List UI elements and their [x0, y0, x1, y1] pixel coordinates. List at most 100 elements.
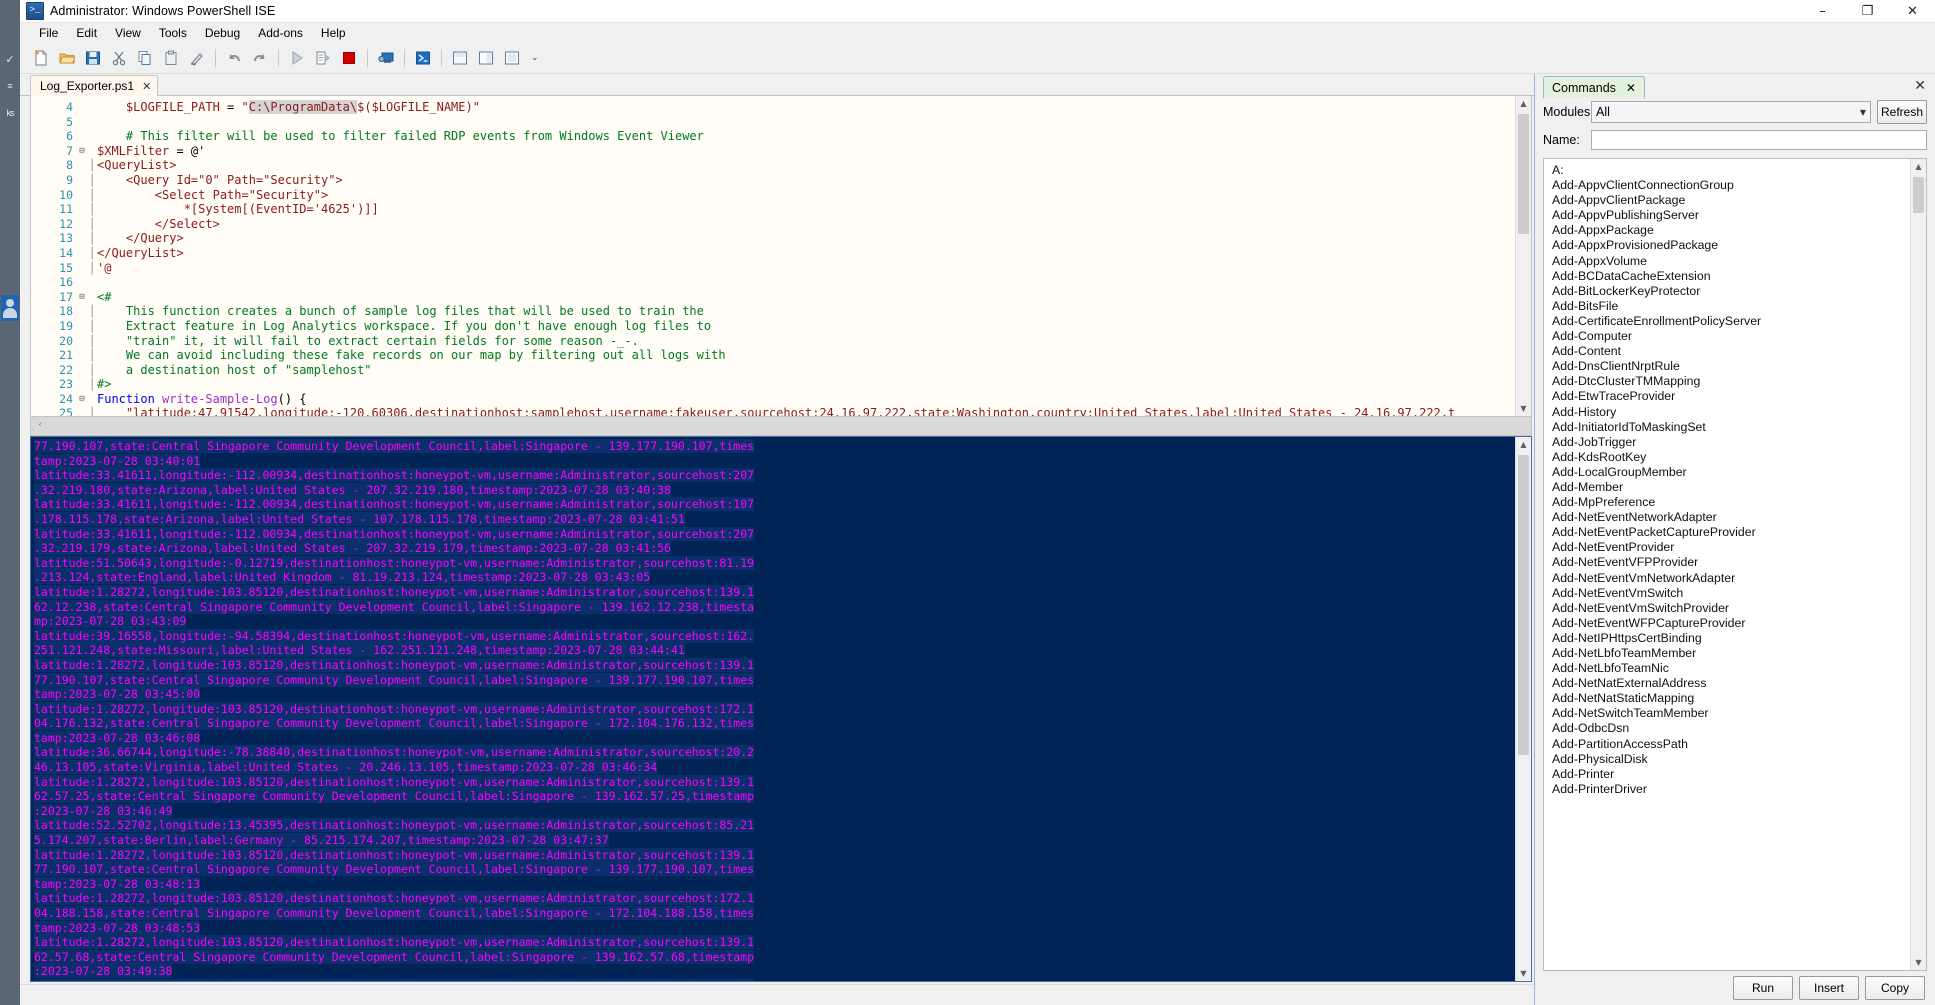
commands-list-container[interactable]: A: Add-AppvClientConnectionGroup Add-AppvC…	[1543, 158, 1927, 971]
fold-collapse-icon[interactable]: ⊟	[77, 290, 87, 305]
command-list-item[interactable]: Add-KdsRootKey	[1552, 450, 1910, 465]
menu-edit[interactable]: Edit	[67, 24, 106, 42]
close-icon[interactable]: ✕	[1626, 81, 1636, 95]
command-list-item[interactable]: Add-PrinterDriver	[1552, 782, 1910, 797]
command-list-item[interactable]: Add-AppvClientConnectionGroup	[1552, 178, 1910, 193]
close-button[interactable]: ✕	[1890, 0, 1935, 22]
tab-commands[interactable]: Commands ✕	[1543, 76, 1645, 98]
editor-horizontal-scrollbar[interactable]: ‹	[30, 417, 1532, 436]
open-script-icon[interactable]	[54, 46, 79, 70]
scroll-up-icon[interactable]: ▲	[1516, 96, 1531, 111]
console-vertical-scrollbar[interactable]: ▲ ▼	[1515, 437, 1531, 981]
run-selection-icon[interactable]	[310, 46, 335, 70]
clear-console-icon[interactable]	[184, 46, 209, 70]
command-list-item[interactable]: Add-NetEventVmSwitchProvider	[1552, 601, 1910, 616]
command-list-item[interactable]: Add-NetEventVmNetworkAdapter	[1552, 571, 1910, 586]
new-remote-tab-icon[interactable]	[373, 46, 398, 70]
maximize-button[interactable]: ❐	[1845, 0, 1890, 22]
name-filter-input[interactable]	[1591, 130, 1927, 150]
command-list-item[interactable]: Add-NetLbfoTeamNic	[1552, 661, 1910, 676]
console-scroll-thumb[interactable]	[1518, 455, 1529, 755]
command-list-item[interactable]: Add-BitsFile	[1552, 299, 1910, 314]
console-output[interactable]: 77.190.107,state:Central Singapore Commu…	[31, 437, 1515, 981]
commands-vertical-scrollbar[interactable]: ▲ ▼	[1910, 159, 1926, 970]
minimize-button[interactable]: –	[1800, 0, 1845, 22]
command-list-item[interactable]: Add-BCDataCacheExtension	[1552, 269, 1910, 284]
menu-addons[interactable]: Add-ons	[249, 24, 312, 42]
scroll-down-icon[interactable]: ▼	[1911, 955, 1926, 970]
modules-select[interactable]: All ▼	[1591, 101, 1871, 123]
layout-right-icon[interactable]	[473, 46, 498, 70]
copy-button[interactable]: Copy	[1865, 976, 1925, 1000]
command-list-item[interactable]: Add-Member	[1552, 480, 1910, 495]
command-list-item[interactable]: Add-LocalGroupMember	[1552, 465, 1910, 480]
command-list-item[interactable]: Add-Printer	[1552, 767, 1910, 782]
editor-hscroll-thumb[interactable]	[48, 418, 1158, 432]
command-list-item[interactable]: Add-NetEventNetworkAdapter	[1552, 510, 1910, 525]
menu-tools[interactable]: Tools	[150, 24, 196, 42]
command-list-item[interactable]: Add-OdbcDsn	[1552, 721, 1910, 736]
command-list-item[interactable]: Add-CertificateEnrollmentPolicyServer	[1552, 314, 1910, 329]
command-list-item[interactable]: Add-NetNatStaticMapping	[1552, 691, 1910, 706]
pane-close-icon[interactable]: ✕	[1914, 78, 1926, 94]
command-list-item[interactable]: Add-NetEventWFPCaptureProvider	[1552, 616, 1910, 631]
new-script-icon[interactable]	[28, 46, 53, 70]
menu-help[interactable]: Help	[312, 24, 355, 42]
toolbar-overflow-icon[interactable]: ⌄	[531, 53, 539, 63]
close-icon[interactable]: ✕	[142, 80, 151, 93]
command-list-item[interactable]: Add-DnsClientNrptRule	[1552, 359, 1910, 374]
command-list-item[interactable]: Add-NetLbfoTeamMember	[1552, 646, 1910, 661]
refresh-button[interactable]: Refresh	[1877, 100, 1927, 124]
run-button[interactable]: Run	[1733, 976, 1793, 1000]
command-list-item[interactable]: Add-NetIPHttpsCertBinding	[1552, 631, 1910, 646]
layout-maximized-icon[interactable]	[499, 46, 524, 70]
scroll-down-icon[interactable]: ▼	[1516, 966, 1531, 981]
command-list-item[interactable]: Add-NetNatExternalAddress	[1552, 676, 1910, 691]
command-list-item[interactable]: Add-NetEventProvider	[1552, 540, 1910, 555]
command-list-item[interactable]: Add-AppvPublishingServer	[1552, 208, 1910, 223]
command-list-item[interactable]: Add-InitiatorIdToMaskingSet	[1552, 420, 1910, 435]
save-icon[interactable]	[80, 46, 105, 70]
undo-icon[interactable]	[221, 46, 246, 70]
cut-icon[interactable]	[106, 46, 131, 70]
layout-top-icon[interactable]	[447, 46, 472, 70]
command-list-item[interactable]: Add-NetEventVmSwitch	[1552, 586, 1910, 601]
command-list-item[interactable]: Add-AppxProvisionedPackage	[1552, 238, 1910, 253]
command-list-item[interactable]: Add-EtwTraceProvider	[1552, 389, 1910, 404]
scroll-up-icon[interactable]: ▲	[1911, 159, 1926, 174]
command-list-item[interactable]: Add-JobTrigger	[1552, 435, 1910, 450]
editor-vertical-scrollbar[interactable]: ▲ ▼	[1515, 96, 1531, 416]
editor-scroll-thumb[interactable]	[1518, 114, 1529, 234]
command-list-item[interactable]: Add-NetEventVFPProvider	[1552, 555, 1910, 570]
command-list-item[interactable]: Add-BitLockerKeyProtector	[1552, 284, 1910, 299]
commands-list[interactable]: A: Add-AppvClientConnectionGroup Add-AppvC…	[1544, 159, 1910, 970]
run-script-icon[interactable]	[284, 46, 309, 70]
scroll-up-icon[interactable]: ▲	[1516, 437, 1531, 452]
command-list-item[interactable]: Add-DtcClusterTMMapping	[1552, 374, 1910, 389]
command-list-item[interactable]: Add-MpPreference	[1552, 495, 1910, 510]
fold-collapse-icon[interactable]: ⊟	[77, 144, 87, 159]
start-powershell-icon[interactable]	[410, 46, 435, 70]
command-list-item[interactable]: Add-NetEventPacketCaptureProvider	[1552, 525, 1910, 540]
script-editor[interactable]: 4 $LOGFILE_PATH = "C:\ProgramData\$($LOG…	[30, 96, 1532, 417]
command-list-item[interactable]: Add-NetSwitchTeamMember	[1552, 706, 1910, 721]
chevron-down-icon[interactable]: ▼	[1860, 108, 1866, 117]
fold-collapse-icon[interactable]: ⊟	[77, 392, 87, 407]
command-list-item[interactable]: Add-AppxPackage	[1552, 223, 1910, 238]
stop-operation-icon[interactable]	[336, 46, 361, 70]
script-tab-log-exporter[interactable]: Log_Exporter.ps1 ✕	[30, 75, 159, 96]
code-text[interactable]: 4 $LOGFILE_PATH = "C:\ProgramData\$($LOG…	[31, 96, 1515, 416]
scroll-down-icon[interactable]: ▼	[1516, 401, 1531, 416]
commands-scroll-thumb[interactable]	[1913, 177, 1924, 213]
command-list-item[interactable]: Add-History	[1552, 405, 1910, 420]
redo-icon[interactable]	[247, 46, 272, 70]
command-list-item[interactable]: Add-Content	[1552, 344, 1910, 359]
console-pane[interactable]: 77.190.107,state:Central Singapore Commu…	[30, 436, 1532, 982]
menu-debug[interactable]: Debug	[196, 24, 249, 42]
command-list-item[interactable]: Add-AppvClientPackage	[1552, 193, 1910, 208]
menu-view[interactable]: View	[106, 24, 150, 42]
insert-button[interactable]: Insert	[1799, 976, 1859, 1000]
command-list-item[interactable]: Add-AppxVolume	[1552, 254, 1910, 269]
copy-icon[interactable]	[132, 46, 157, 70]
command-list-item[interactable]: Add-Computer	[1552, 329, 1910, 344]
